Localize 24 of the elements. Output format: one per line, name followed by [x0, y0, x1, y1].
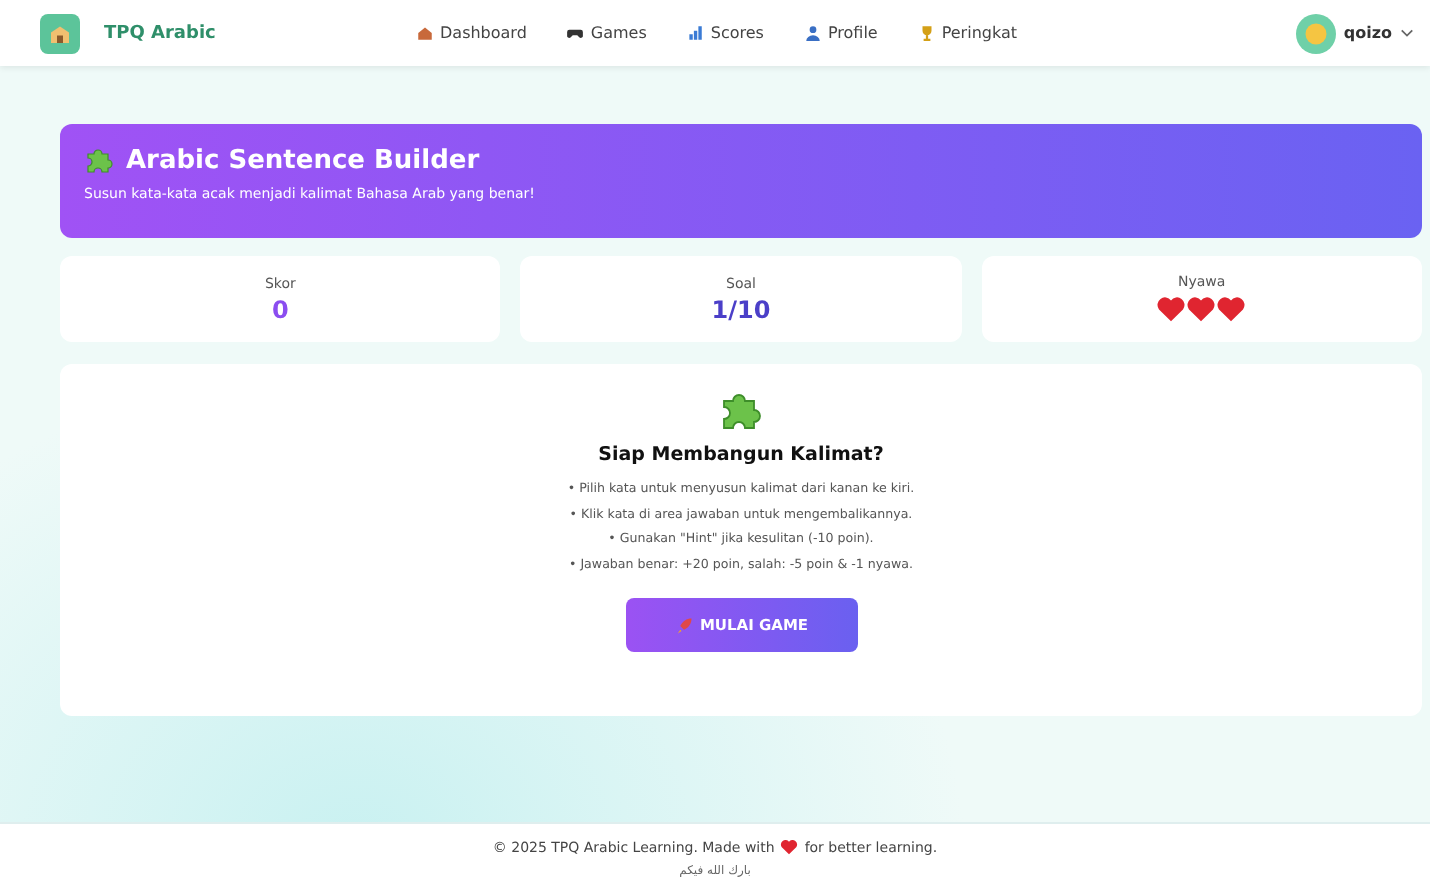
puzzle-icon: [84, 144, 116, 176]
intro-title: Siap Membangun Kalimat?: [598, 444, 884, 466]
logo-icon: [40, 13, 80, 53]
gamepad-icon: [566, 24, 585, 42]
heart-icon: [1216, 294, 1247, 324]
user-name[interactable]: qoizo: [1343, 24, 1392, 42]
house-icon: [416, 24, 434, 42]
stat-value: 1/10: [711, 295, 771, 323]
heart-icon: [1186, 294, 1217, 324]
rocket-icon: [673, 615, 694, 635]
brand-name: TPQ Arabic: [104, 23, 218, 43]
nav-link[interactable]: Peringkat: [917, 24, 1017, 42]
stat-value: 0: [271, 295, 289, 323]
person-icon: [803, 24, 822, 42]
chevron-icon[interactable]: [1400, 28, 1414, 38]
chart-icon: [686, 24, 705, 42]
trophy-icon: [917, 24, 936, 42]
heart-icon: [780, 838, 799, 856]
nav-link[interactable]: Games: [566, 24, 647, 42]
nav-link[interactable]: Dashboard: [416, 24, 527, 42]
hero-title: Arabic Sentence Builder: [126, 145, 480, 175]
nav-link[interactable]: Profile: [803, 24, 878, 42]
nav-link[interactable]: Scores: [686, 24, 764, 42]
heart-icon: [1156, 294, 1187, 324]
